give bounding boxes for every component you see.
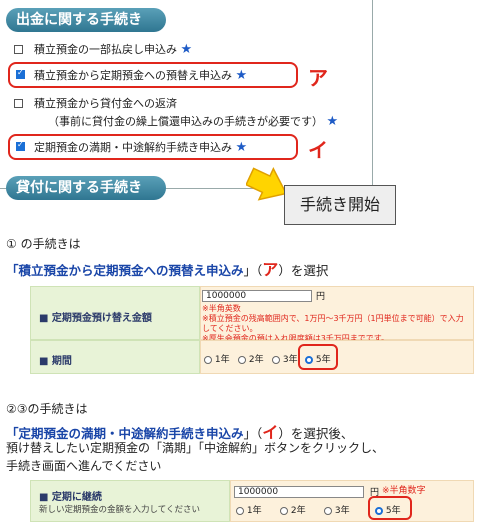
amount-input[interactable]: 1000000 xyxy=(202,290,312,302)
checkbox-item-1[interactable] xyxy=(14,45,23,54)
item-4-label: 定期預金の満期・中途解約手続き申込み ★ xyxy=(34,140,248,155)
guide-1-highlight: 積立預金から定期預金への預替え申込み xyxy=(18,263,244,278)
star-icon: ★ xyxy=(235,140,248,155)
period-1[interactable]: 1年 xyxy=(204,352,230,365)
amount-unit: 円 xyxy=(316,292,326,302)
continue-period-1[interactable]: 1年 xyxy=(236,503,262,516)
guide-2-line1: ②③の手続きは xyxy=(6,402,88,416)
period-3[interactable]: 3年 xyxy=(272,352,298,365)
item-2-label: 積立預金から定期預金への預替え申込み ★ xyxy=(34,68,248,83)
continue-sub: 新しい定期預金の金額を入力してください xyxy=(39,505,200,515)
checkbox-item-4[interactable] xyxy=(16,140,25,151)
continue-period-5[interactable]: 5年 xyxy=(375,503,401,516)
mark-i: イ xyxy=(308,138,328,162)
amount-label: ■ 定期預金預け替え金額 xyxy=(30,286,200,340)
period-label: ■ 期間 xyxy=(30,340,200,374)
star-icon: ★ xyxy=(180,42,193,57)
continue-label-cell: ■ 定期に継続 新しい定期預金の金額を入力してください xyxy=(30,480,230,522)
section-header-loan: 貸付に関する手続き xyxy=(6,176,166,200)
amount-note-2: ※積立預金の残高範囲内で、1万円～3千万円（1円単位まで可能）で入力してください… xyxy=(202,314,464,333)
start-procedure-button[interactable]: 手続き開始 xyxy=(284,185,396,225)
continue-label: ■ 定期に継続 xyxy=(39,492,102,503)
star-icon: ★ xyxy=(326,114,339,129)
continue-period-2[interactable]: 2年 xyxy=(280,503,306,516)
guide-2-line4: 手続き画面へ進んでください xyxy=(6,459,162,473)
item-3-label: 積立預金から貸付金への返済 xyxy=(34,97,177,110)
checkbox-item-2[interactable] xyxy=(16,68,25,79)
guide-1-line2: 「積立預金から定期預金への預替え申込み」（ア）を選択 xyxy=(6,260,329,279)
period-2[interactable]: 2年 xyxy=(238,352,264,365)
checkbox-item-3[interactable] xyxy=(14,99,23,108)
mark-a: ア xyxy=(308,66,328,90)
section-header-withdrawal: 出金に関する手続き xyxy=(6,8,166,32)
amount-note-1: ※半角英数 xyxy=(202,304,241,313)
continue-period-3[interactable]: 3年 xyxy=(324,503,350,516)
guide-1-line1: ① の手続きは xyxy=(6,237,81,251)
continue-note: ※半角数字 xyxy=(382,486,426,496)
continue-amount-input[interactable]: 1000000 xyxy=(234,486,364,498)
item-1-label: 積立預金の一部払戻し申込み ★ xyxy=(34,42,193,57)
guide-2-line3: 預け替えしたい定期預金の「満期」「中途解約」ボタンをクリックし、 xyxy=(6,441,385,455)
period-5[interactable]: 5年 xyxy=(305,352,331,365)
star-icon: ★ xyxy=(235,68,248,83)
item-3-note: （事前に貸付金の繰上償還申込みの手続きが必要です） ★ xyxy=(48,114,339,129)
